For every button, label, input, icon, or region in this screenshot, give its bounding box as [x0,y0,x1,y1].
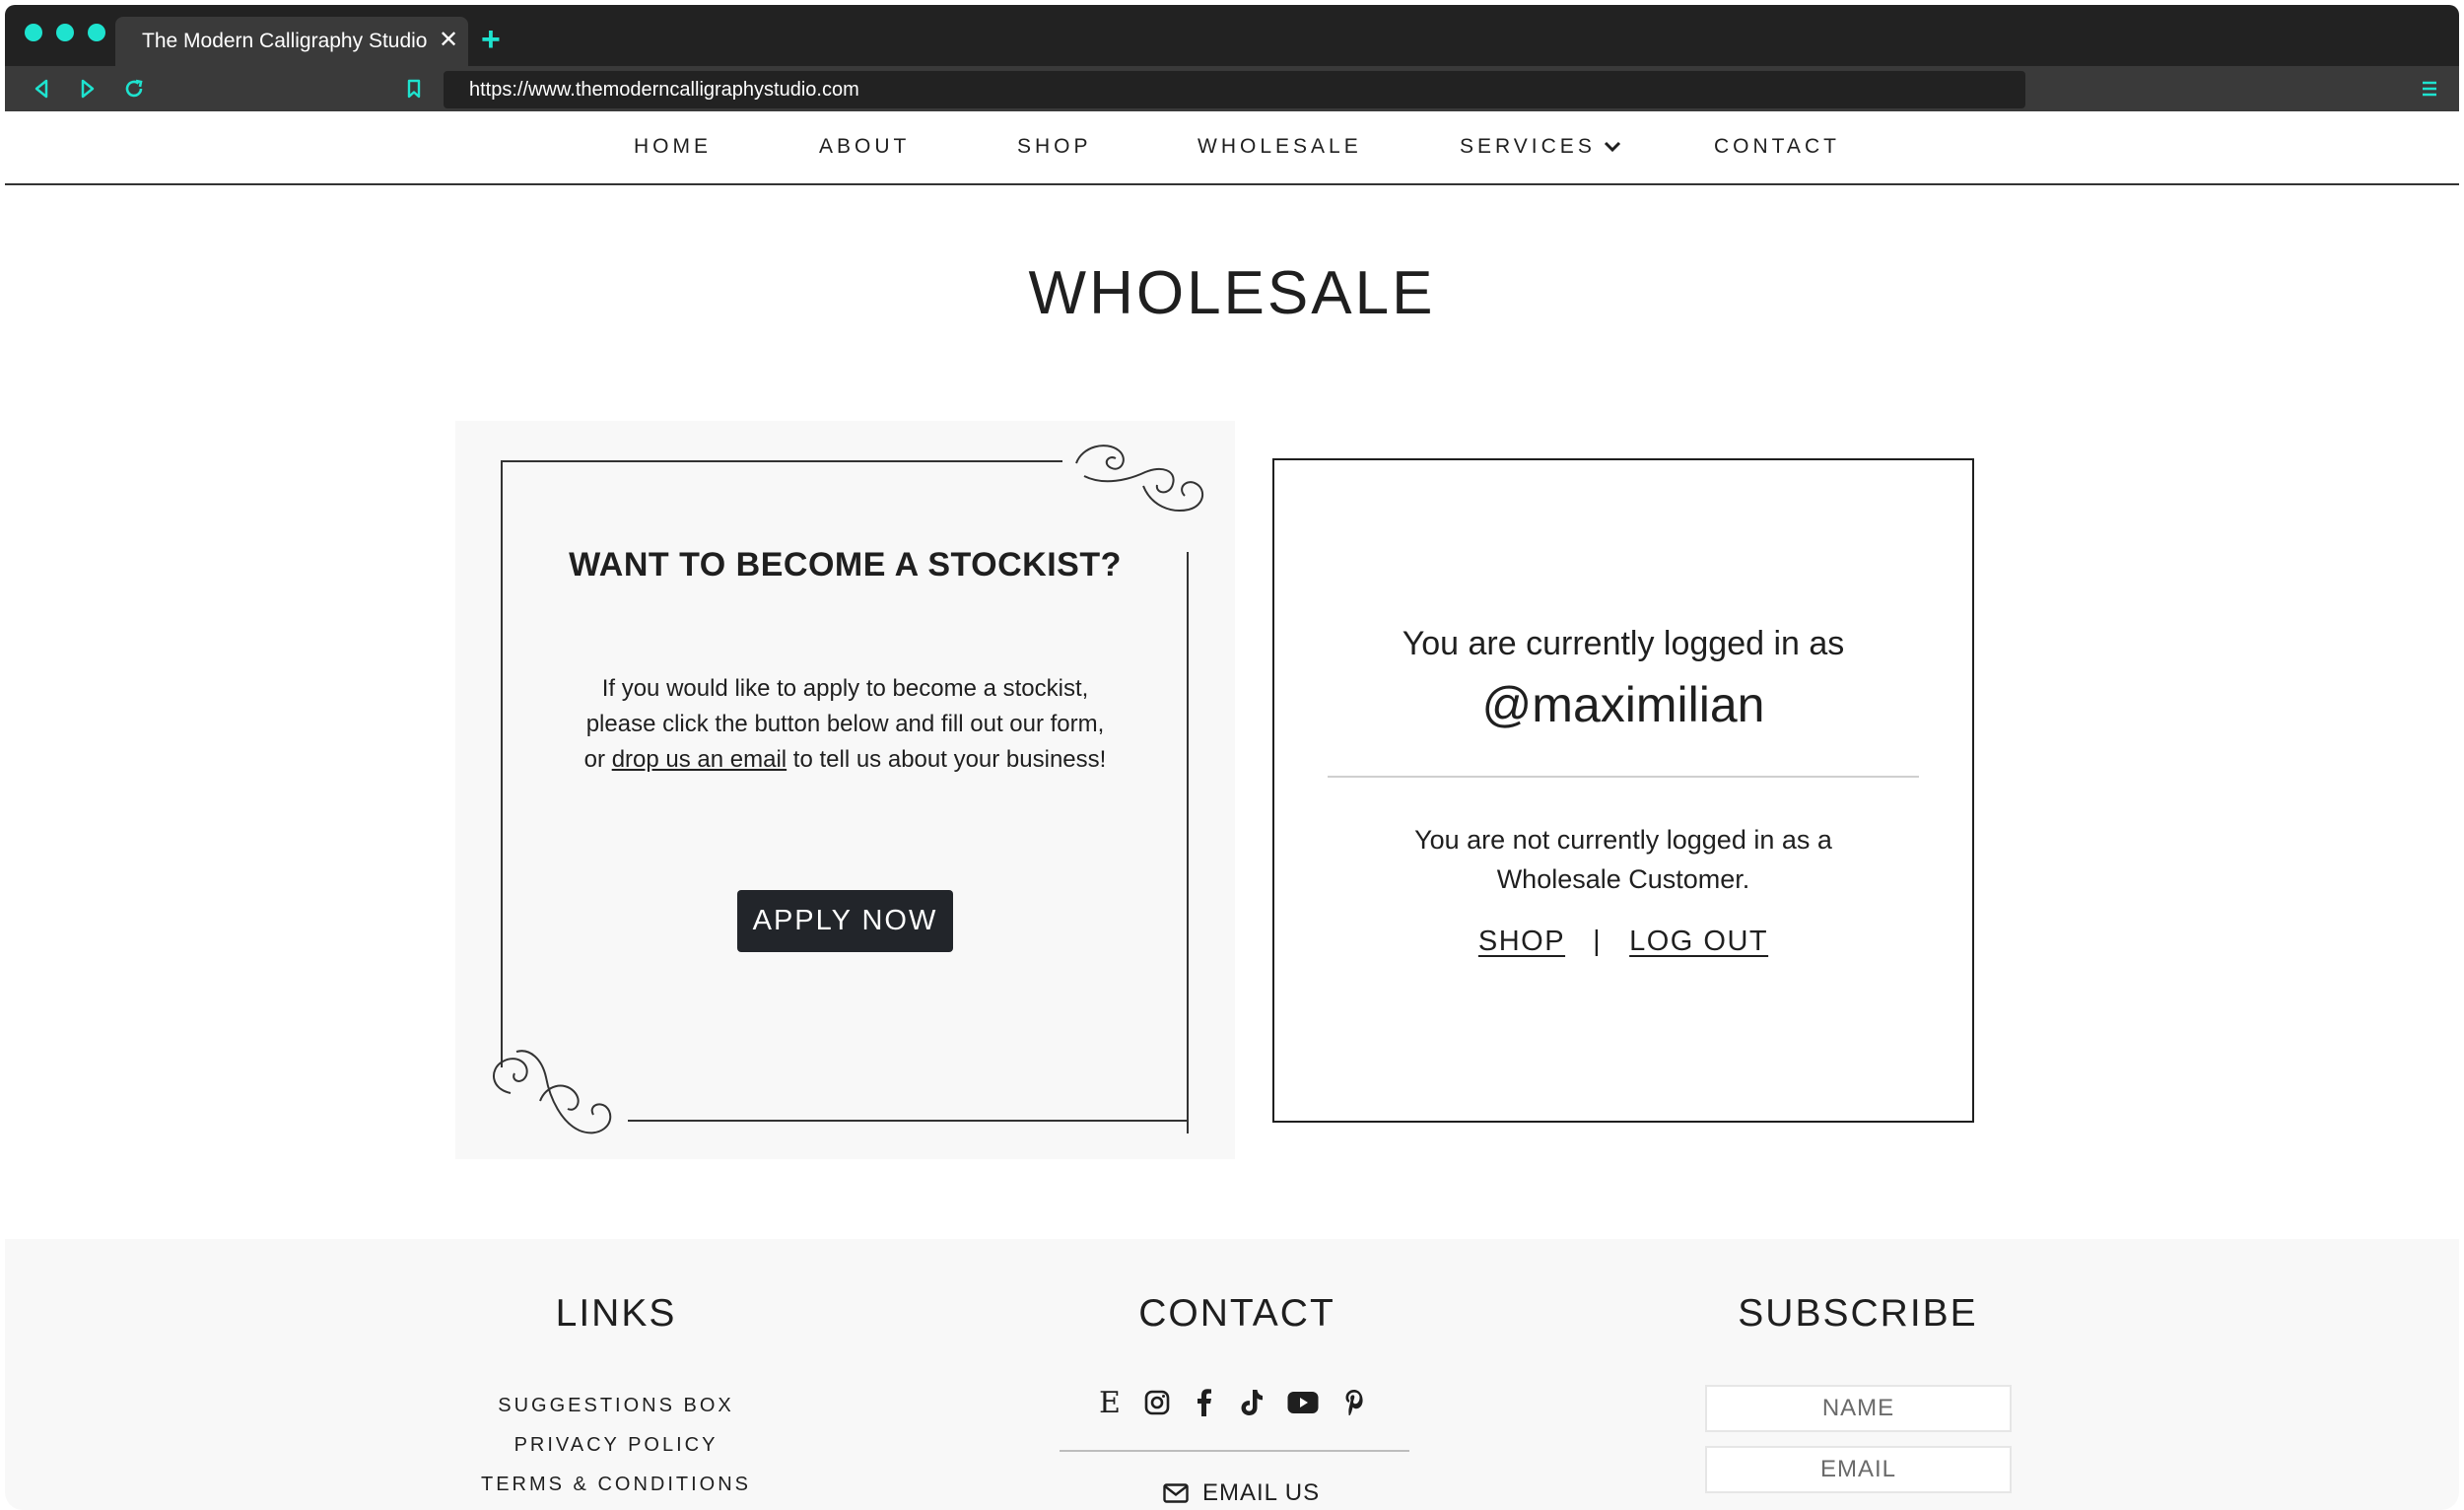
back-icon[interactable] [25,66,58,111]
nav-wholesale[interactable]: WHOLESALE [1198,135,1362,159]
subscribe-name-input[interactable] [1705,1385,2012,1432]
envelope-icon [1163,1483,1189,1503]
frame-top-line [501,460,1062,462]
footer-link-terms[interactable]: TERMS & CONDITIONS [429,1474,803,1496]
forward-icon[interactable] [71,66,104,111]
stockist-heading: WANT TO BECOME A STOCKIST? [569,546,1122,583]
email-link[interactable]: drop us an email [612,746,787,773]
new-tab-button[interactable]: + [481,23,501,56]
youtube-icon[interactable] [1286,1389,1320,1416]
browser-toolbar: https://www.themoderncalligraphystudio.c… [5,66,2459,111]
site-navigation: HOME ABOUT SHOP WHOLESALE SERVICES CONTA… [5,111,2459,185]
account-links: SHOP | LOG OUT [1274,926,1972,958]
pinterest-icon[interactable] [1341,1389,1367,1416]
nav-services[interactable]: SERVICES [1460,135,1621,159]
footer-subscribe-title: SUBSCRIBE [1738,1292,1978,1335]
contact-divider [1060,1450,1409,1452]
flourish-bottom-left-icon [493,1050,612,1134]
stockist-text-after: to tell us about your business! [787,746,1107,773]
footer: LINKS SUGGESTIONS BOX PRIVACY POLICY TER… [5,1239,2459,1510]
maximize-window-button[interactable] [88,24,105,41]
footer-link-suggestions[interactable]: SUGGESTIONS BOX [429,1395,803,1417]
nav-about[interactable]: ABOUT [819,135,910,159]
nav-services-label: SERVICES [1460,135,1596,158]
address-bar[interactable]: https://www.themoderncalligraphystudio.c… [444,71,2025,108]
browser-window-chrome: The Modern Calligraphy Studio ✕ + https:… [5,5,2459,111]
menu-icon[interactable] [2413,66,2446,111]
stockist-card: WANT TO BECOME A STOCKIST? If you would … [455,421,1235,1159]
wholesale-status-text: You are not currently logged in as a Who… [1414,825,1832,894]
nav-contact[interactable]: CONTACT [1714,135,1840,159]
email-us-link[interactable]: EMAIL US [1163,1479,1320,1507]
chevron-down-icon [1604,141,1620,153]
email-us-label: EMAIL US [1202,1479,1321,1506]
close-window-button[interactable] [25,24,42,41]
nav-home[interactable]: HOME [634,135,712,159]
frame-bottom-line [628,1120,1189,1122]
apply-now-button[interactable]: APPLY NOW [737,890,953,952]
subscribe-email-input[interactable] [1705,1446,2012,1493]
reload-icon[interactable] [117,66,151,111]
nav-shop[interactable]: SHOP [1017,135,1092,159]
instagram-icon[interactable] [1144,1389,1170,1416]
flourish-top-right-icon [1075,445,1204,512]
footer-links-title: LINKS [555,1292,677,1335]
footer-contact-title: CONTACT [1138,1292,1335,1335]
frame-right-line [1187,552,1189,1133]
account-status-card: You are currently logged in as @maximili… [1272,458,1974,1123]
window-controls [25,24,105,41]
tiktok-icon[interactable] [1239,1389,1265,1416]
tab-close-icon[interactable]: ✕ [437,29,460,52]
etsy-icon[interactable]: E [1097,1386,1123,1420]
social-links: E [1097,1386,1367,1420]
minimize-window-button[interactable] [56,24,74,41]
logout-link[interactable]: LOG OUT [1629,926,1768,958]
username: @maximilian [1481,677,1765,732]
shop-link[interactable]: SHOP [1478,926,1565,958]
logged-in-label: You are currently logged in as [1402,625,1845,662]
card-divider [1328,776,1919,778]
facebook-icon[interactable] [1192,1389,1217,1416]
browser-tab[interactable]: The Modern Calligraphy Studio ✕ [115,17,468,66]
footer-link-privacy[interactable]: PRIVACY POLICY [429,1434,803,1457]
stockist-description: If you would like to apply to become a s… [574,671,1117,778]
bookmark-icon[interactable] [397,66,431,111]
link-separator: | [1593,926,1603,957]
tab-title: The Modern Calligraphy Studio [142,30,428,52]
page-title: WHOLESALE [1028,259,1436,327]
